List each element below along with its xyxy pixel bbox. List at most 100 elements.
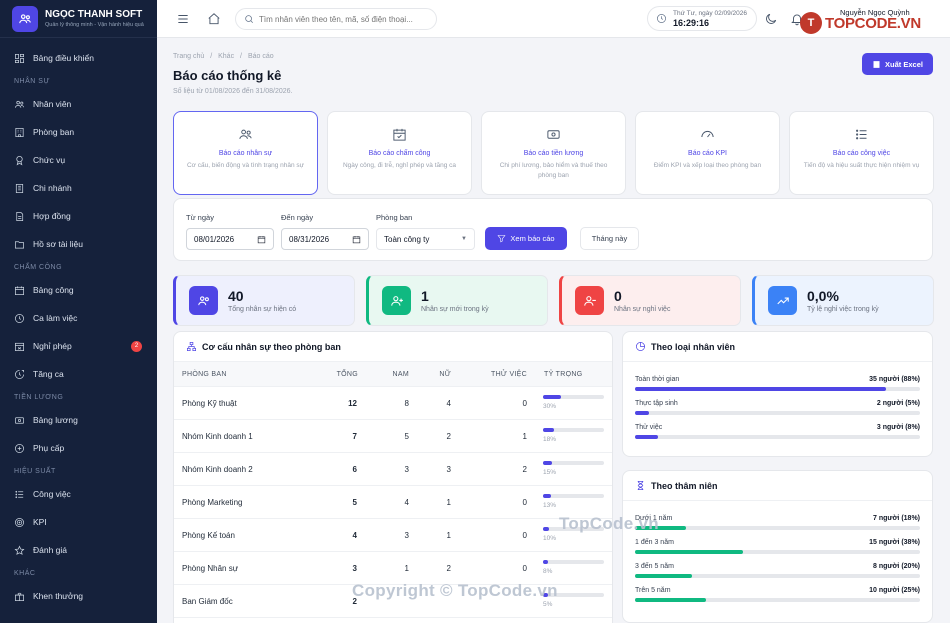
sidebar-item-list[interactable]: Công việc	[0, 480, 157, 508]
col-header-female[interactable]: NỮ	[424, 362, 451, 387]
sidebar-item-users[interactable]: Nhân viên	[0, 90, 157, 118]
seniority-row: 3 đến 5 năm 8 người (20%)	[623, 561, 932, 585]
sidebar: NGỌC THANH SOFT Quản lý thông minh - Vận…	[0, 0, 157, 623]
search-input[interactable]	[259, 14, 434, 24]
cell-female: 1	[446, 498, 451, 507]
from-date-input[interactable]: 08/01/2026	[186, 228, 274, 250]
sidebar-item-clock[interactable]: Ca làm việc	[0, 304, 157, 332]
progress-bar	[635, 435, 920, 439]
ratio-percent: 15%	[543, 469, 557, 476]
col-header-department[interactable]: PHÒNG BAN	[182, 362, 227, 387]
notification-badge: 2	[131, 341, 142, 352]
report-type-title: Báo cáo tiền lương	[523, 150, 584, 157]
users-icon	[197, 295, 209, 305]
sidebar-item-leave[interactable]: Nghỉ phép 2	[0, 332, 157, 360]
user-plus-icon	[390, 295, 403, 306]
col-header-ratio[interactable]: TỶ TRỌNG	[544, 362, 582, 387]
search-box[interactable]	[235, 8, 437, 30]
home-icon[interactable]	[207, 12, 221, 26]
users-icon	[239, 129, 252, 139]
report-type-card[interactable]: Báo cáo KPI Điểm KPI và xếp loại theo phò…	[635, 111, 780, 195]
stat-label: Tỷ lệ nghỉ việc trong kỳ	[807, 306, 879, 313]
view-report-label: Xem báo cáo	[510, 234, 555, 243]
this-month-button[interactable]: Tháng này	[580, 227, 639, 250]
sidebar-item-label: Tăng ca	[33, 369, 64, 379]
table-row[interactable]: Nhóm Kinh doanh 1 7 5 2 1 18%	[174, 420, 612, 453]
users-icon	[15, 100, 24, 108]
card-header: Theo loại nhân viên	[623, 332, 932, 362]
theme-toggle-icon[interactable]	[764, 12, 778, 26]
sidebar-item-label: Công việc	[33, 489, 71, 499]
sidebar-item-overtime[interactable]: Tăng ca	[0, 360, 157, 388]
table-row[interactable]: Phòng Kỹ thuật 12 8 4 0 30%	[174, 387, 612, 420]
report-type-card[interactable]: Báo cáo nhân sự Cơ cấu, biến động và tình…	[173, 111, 318, 195]
cell-male: 3	[404, 465, 409, 474]
view-report-button[interactable]: Xem báo cáo	[485, 227, 567, 250]
col-header-male[interactable]: NAM	[374, 362, 409, 387]
table-row[interactable]: Nhóm Kinh doanh 2 6 3 3 2 15%	[174, 453, 612, 486]
money-icon	[15, 416, 24, 424]
breadcrumb-home[interactable]: Trang chủ	[173, 53, 204, 60]
report-type-card[interactable]: Báo cáo chấm công Ngày công, đi trễ, nghỉ…	[327, 111, 472, 195]
sidebar-item-target[interactable]: KPI	[0, 508, 157, 536]
breadcrumb-other[interactable]: Khác	[218, 53, 234, 60]
user-name[interactable]: Nguyễn Ngọc Quỳnh	[840, 8, 920, 17]
chevron-down-icon: ▼	[461, 236, 467, 242]
clock-widget: Thứ Tư, ngày 02/09/2026 16:29:16	[647, 6, 757, 31]
col-header-probation[interactable]: THỬ VIỆC	[474, 362, 527, 387]
nav-section-title: NHÂN SỰ	[14, 78, 50, 85]
sidebar-item-contract[interactable]: Hợp đồng	[0, 202, 157, 230]
ratio-bar-fill	[543, 395, 562, 399]
sidebar-item-plus-circle[interactable]: Phụ cấp	[0, 434, 157, 462]
table-row[interactable]: Phòng Kế toán 4 3 1 0 10%	[174, 519, 612, 552]
stat-card: 0,0% Tỷ lệ nghỉ việc trong kỳ	[752, 275, 934, 326]
sidebar-item-star[interactable]: Đánh giá	[0, 536, 157, 564]
copyright-watermark: Copyright © TopCode.vn	[352, 581, 558, 600]
export-excel-button[interactable]: Xuất Excel	[862, 53, 933, 75]
progress-label: 3 đến 5 năm	[635, 563, 674, 570]
department-select[interactable]: Toàn công ty ▼	[376, 228, 475, 250]
report-type-desc: Chi phí lương, bảo hiểm và thuế theo phò…	[499, 162, 608, 179]
sidebar-item-building[interactable]: Phòng ban	[0, 118, 157, 146]
clock-date: Thứ Tư, ngày 02/09/2026	[673, 9, 747, 17]
sidebar-item-money[interactable]: Bảng lương	[0, 406, 157, 434]
cell-female: 4	[446, 399, 451, 408]
progress-label: Thực tập sinh	[635, 400, 678, 407]
progress-bar-fill	[635, 574, 692, 578]
brand[interactable]: NGỌC THANH SOFT Quản lý thông minh - Vận…	[0, 0, 157, 38]
gauge-icon	[701, 130, 714, 138]
col-header-total[interactable]: TỔNG	[324, 362, 358, 387]
report-type-card[interactable]: Báo cáo công việc Tiến độ và hiệu suất th…	[789, 111, 934, 195]
table-row[interactable]: Phòng Marketing 5 4 1 0 13%	[174, 486, 612, 519]
to-date-input[interactable]: 08/31/2026	[281, 228, 369, 250]
cell-female: 2	[446, 432, 451, 441]
progress-value: 3 người (8%)	[876, 424, 920, 431]
progress-bar-fill	[635, 435, 658, 439]
sidebar-item-branch[interactable]: Chi nhánh	[0, 174, 157, 202]
ratio-percent: 5%	[543, 601, 553, 608]
report-type-card[interactable]: Báo cáo tiền lương Chi phí lương, bảo hiể…	[481, 111, 626, 195]
report-type-title: Báo cáo công việc	[832, 150, 891, 157]
nav-section-title: KHÁC	[14, 570, 36, 577]
progress-label: Thử việc	[635, 424, 663, 431]
sidebar-item-award[interactable]: Chức vụ	[0, 146, 157, 174]
export-excel-label: Xuất Excel	[885, 59, 923, 69]
cell-total: 7	[352, 432, 357, 441]
ratio-percent: 10%	[543, 535, 557, 542]
cell-male: 5	[404, 432, 409, 441]
sidebar-item-calendar[interactable]: Bảng công	[0, 276, 157, 304]
sidebar-item-dashboard[interactable]: Bảng điều khiển	[0, 44, 157, 72]
target-icon	[15, 517, 24, 527]
clock-icon	[657, 14, 666, 23]
progress-bar	[635, 411, 920, 415]
sidebar-item-gift[interactable]: Khen thưởng	[0, 582, 157, 610]
stat-icon-box	[382, 286, 411, 315]
cell-male: 3	[404, 531, 409, 540]
sidebar-item-label: Bảng lương	[33, 415, 78, 425]
pie-chart-icon	[636, 342, 645, 351]
seniority-title: Theo thâm niên	[651, 480, 718, 491]
clock-time: 16:29:16	[673, 17, 710, 28]
sidebar-item-folder[interactable]: Hồ sơ tài liệu	[0, 230, 157, 258]
menu-toggle-icon[interactable]	[176, 12, 190, 26]
topcode-logo-mark: T	[800, 12, 822, 34]
